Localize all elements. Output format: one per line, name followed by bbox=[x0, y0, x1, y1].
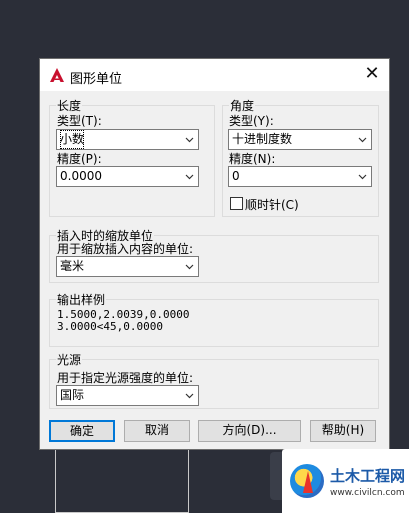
chevron-down-icon bbox=[185, 172, 194, 181]
cancel-button[interactable]: 取消 bbox=[124, 420, 190, 442]
length-precision-value: 0.0000 bbox=[60, 169, 102, 183]
angle-precision-select[interactable]: 0 bbox=[228, 166, 372, 187]
length-precision-select[interactable]: 0.0000 bbox=[56, 166, 199, 187]
angle-type-select[interactable]: 十进制度数 bbox=[228, 129, 372, 150]
angle-type-value: 十进制度数 bbox=[232, 132, 293, 146]
site-watermark: 土木工程网 www.civilcn.com bbox=[282, 449, 409, 513]
sample-output-line-1: 1.5000,2.0039,0.0000 bbox=[57, 308, 190, 321]
length-type-label: 类型(T): bbox=[57, 114, 102, 128]
help-button[interactable]: 帮助(H) bbox=[310, 420, 376, 442]
lighting-units-label: 用于指定光源强度的单位: bbox=[57, 371, 194, 385]
title-bar: 图形单位 ✕ bbox=[40, 59, 389, 91]
sample-output-line-2: 3.0000<45,0.0000 bbox=[57, 320, 163, 333]
lighting-units-value: 国际 bbox=[60, 388, 85, 402]
clockwise-label[interactable]: 顺时针(C) bbox=[245, 196, 299, 213]
angle-precision-value: 0 bbox=[232, 169, 240, 183]
chevron-down-icon bbox=[358, 135, 367, 144]
length-precision-label: 精度(P): bbox=[57, 152, 102, 166]
watermark-url: www.civilcn.com bbox=[330, 487, 405, 498]
ok-button[interactable]: 确定 bbox=[49, 420, 115, 442]
autocad-app-icon bbox=[49, 67, 65, 83]
insertion-scale-value: 毫米 bbox=[60, 259, 85, 273]
angle-precision-label: 精度(N): bbox=[229, 152, 276, 166]
close-icon[interactable]: ✕ bbox=[361, 64, 383, 86]
background-drawing-frame bbox=[55, 450, 189, 513]
length-type-select[interactable]: 小数 bbox=[56, 129, 199, 150]
watermark-text: 土木工程网 www.civilcn.com bbox=[330, 465, 405, 498]
length-type-value: 小数 bbox=[60, 130, 85, 149]
direction-button[interactable]: 方向(D)... bbox=[198, 420, 301, 442]
lighting-legend: 光源 bbox=[56, 351, 83, 368]
chevron-down-icon bbox=[358, 172, 367, 181]
dialog-title: 图形单位 bbox=[70, 72, 123, 87]
insertion-scale-select[interactable]: 毫米 bbox=[56, 256, 199, 277]
insertion-scale-label: 用于缩放插入内容的单位: bbox=[57, 242, 194, 256]
chevron-down-icon bbox=[185, 391, 194, 400]
sample-output-legend: 输出样例 bbox=[56, 291, 107, 308]
chevron-down-icon bbox=[185, 262, 194, 271]
watermark-name: 土木工程网 bbox=[330, 466, 406, 485]
drawing-units-dialog: 图形单位 ✕ 长度 类型(T): 小数 精度(P): 0.0000 角度 类型(… bbox=[39, 58, 390, 450]
clockwise-checkbox[interactable] bbox=[230, 197, 243, 210]
angle-type-label: 类型(Y): bbox=[229, 114, 274, 128]
chevron-down-icon bbox=[185, 135, 194, 144]
lighting-units-select[interactable]: 国际 bbox=[56, 385, 199, 406]
site-logo-icon bbox=[290, 464, 324, 498]
